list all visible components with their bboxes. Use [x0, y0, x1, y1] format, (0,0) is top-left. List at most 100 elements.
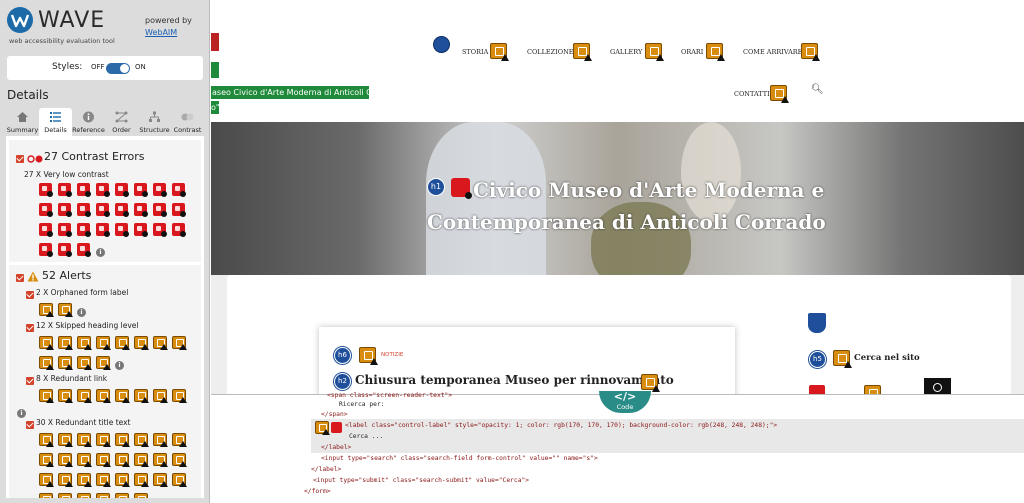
redundant-title-alert-icon[interactable] [172, 433, 187, 447]
redundant-title-alert-icon[interactable] [58, 473, 73, 487]
tab-order[interactable]: Order [105, 108, 138, 136]
h6-heading-icon[interactable]: h6 [334, 347, 351, 364]
skipped-heading-alert-icon[interactable] [153, 336, 168, 350]
redundant-title-alert-icon[interactable] [96, 433, 111, 447]
contrast-error-icon[interactable] [153, 223, 167, 237]
skipped-heading-alert-icon[interactable] [96, 336, 111, 350]
redundant-title-alert-icon[interactable] [645, 43, 664, 61]
redundant-link-alert-icon[interactable] [77, 389, 92, 403]
redundant-title-alert-icon[interactable] [801, 43, 820, 61]
redundant-title-alert-icon[interactable] [134, 493, 148, 498]
redundant-title-alert-icon[interactable] [153, 453, 168, 467]
aria-landmark-icon[interactable] [808, 313, 826, 333]
orphaned-label-checkbox[interactable] [26, 291, 34, 299]
contrast-error-icon[interactable] [77, 183, 91, 197]
contrast-error-icon[interactable] [58, 223, 72, 237]
redundant-link-alert-icon[interactable] [172, 389, 187, 403]
nav-gallery[interactable]: GALLERY [610, 48, 642, 56]
redundant-link-checkbox[interactable] [26, 377, 34, 385]
redundant-title-alert-icon[interactable] [153, 473, 168, 487]
redundant-title-alert-icon[interactable] [115, 473, 130, 487]
contrast-error-icon[interactable] [134, 203, 148, 217]
tab-details[interactable]: Details [39, 108, 72, 136]
contrast-error-icon[interactable] [58, 203, 72, 217]
redundant-title-alert-icon[interactable] [134, 453, 149, 467]
skipped-heading-alert-icon[interactable] [115, 336, 130, 350]
contrast-error-icon[interactable] [39, 183, 53, 197]
contrast-error-icon[interactable] [39, 223, 53, 237]
tab-structure[interactable]: Structure [138, 108, 171, 136]
skipped-heading-checkbox[interactable] [26, 324, 34, 332]
skipped-heading-alert-icon[interactable] [58, 336, 73, 350]
nav-storia[interactable]: STORIA [462, 48, 488, 56]
contrast-error-icon[interactable] [172, 223, 186, 237]
redundant-link-alert-icon[interactable] [39, 389, 54, 403]
code-toggle-button[interactable]: </> Code [599, 390, 651, 413]
orphaned-label-alert-icon[interactable] [58, 303, 73, 317]
info-icon[interactable]: i [77, 308, 86, 317]
redundant-title-alert-icon[interactable] [770, 85, 789, 103]
alerts-checkbox[interactable] [16, 274, 24, 282]
contrast-error-icon[interactable] [96, 183, 110, 197]
contrast-error-icon[interactable] [39, 203, 53, 217]
redundant-link-alert-icon[interactable] [134, 389, 149, 403]
contrast-error-icon[interactable] [115, 183, 129, 197]
redundant-title-alert-icon[interactable] [115, 433, 130, 447]
contrast-error-icon[interactable] [451, 178, 472, 199]
h2-heading-icon[interactable]: h2 [334, 373, 351, 390]
contrast-error-icon[interactable] [77, 243, 91, 257]
skipped-heading-alert-icon[interactable] [134, 336, 149, 350]
skipped-heading-alert-icon[interactable] [96, 356, 111, 370]
redundant-link-alert-icon[interactable] [96, 389, 111, 403]
contrast-error-icon[interactable] [77, 203, 91, 217]
skipped-heading-alert-icon[interactable] [172, 336, 187, 350]
redundant-title-alert-icon[interactable] [58, 433, 73, 447]
tab-contrast[interactable]: Contrast [171, 108, 204, 136]
h5-heading-icon[interactable]: h5 [809, 351, 826, 368]
contrast-error-icon[interactable] [115, 223, 129, 237]
skipped-heading-alert-icon[interactable] [39, 336, 54, 350]
skipped-heading-alert-icon[interactable] [77, 356, 92, 370]
redundant-title-alert-icon[interactable] [134, 433, 149, 447]
info-icon[interactable]: i [17, 409, 26, 418]
redundant-title-alert-icon[interactable] [39, 473, 54, 487]
orphaned-label-alert-icon[interactable] [315, 421, 330, 435]
skipped-heading-alert-icon[interactable] [58, 356, 73, 370]
contrast-error-icon[interactable] [153, 203, 167, 217]
skipped-heading-alert-icon[interactable] [39, 356, 54, 370]
redundant-link-alert-icon[interactable] [153, 389, 168, 403]
contrast-error-icon[interactable] [58, 243, 72, 257]
news-title[interactable]: Chiusura temporanea Museo per rinnovamen… [355, 373, 674, 387]
contrast-error-icon[interactable] [134, 223, 148, 237]
nav-contatti[interactable]: CONTATTI [734, 90, 770, 98]
redundant-title-alert-icon[interactable] [573, 43, 592, 61]
redundant-title-alert-icon[interactable] [490, 43, 509, 61]
redundant-title-alert-icon[interactable] [153, 433, 168, 447]
contrast-error-icon[interactable] [134, 183, 148, 197]
info-icon[interactable]: i [96, 248, 105, 257]
contrast-error-icon[interactable] [172, 203, 186, 217]
contrast-error-icon[interactable] [172, 183, 186, 197]
orphaned-label-alert-icon[interactable] [39, 303, 54, 317]
redundant-title-alert-icon[interactable] [134, 473, 149, 487]
skipped-heading-alert-icon[interactable] [77, 336, 92, 350]
contrast-error-icon[interactable] [96, 223, 110, 237]
redundant-title-alert-icon[interactable] [58, 453, 73, 467]
search-icon[interactable]: 🔍︎ [811, 84, 824, 95]
nav-orari[interactable]: ORARI [681, 48, 703, 56]
contrast-error-icon[interactable] [96, 203, 110, 217]
redundant-title-alert-icon[interactable] [96, 453, 111, 467]
redundant-title-alert-icon[interactable] [706, 43, 725, 61]
tab-summary[interactable]: Summary [6, 108, 39, 136]
redundant-title-alert-icon[interactable] [96, 493, 110, 498]
redundant-title-alert-icon[interactable] [115, 453, 130, 467]
tab-reference[interactable]: Reference [72, 108, 105, 136]
skipped-heading-alert-icon[interactable] [359, 347, 378, 365]
structure-list-icon[interactable] [433, 36, 450, 53]
info-icon[interactable]: i [115, 361, 124, 370]
redundant-title-checkbox[interactable] [26, 421, 34, 429]
contrast-error-icon[interactable] [39, 243, 53, 257]
feature-marker[interactable] [211, 62, 219, 78]
nav-come-arrivare[interactable]: COME ARRIVARE [743, 48, 802, 56]
skipped-heading-alert-icon[interactable] [833, 350, 852, 368]
